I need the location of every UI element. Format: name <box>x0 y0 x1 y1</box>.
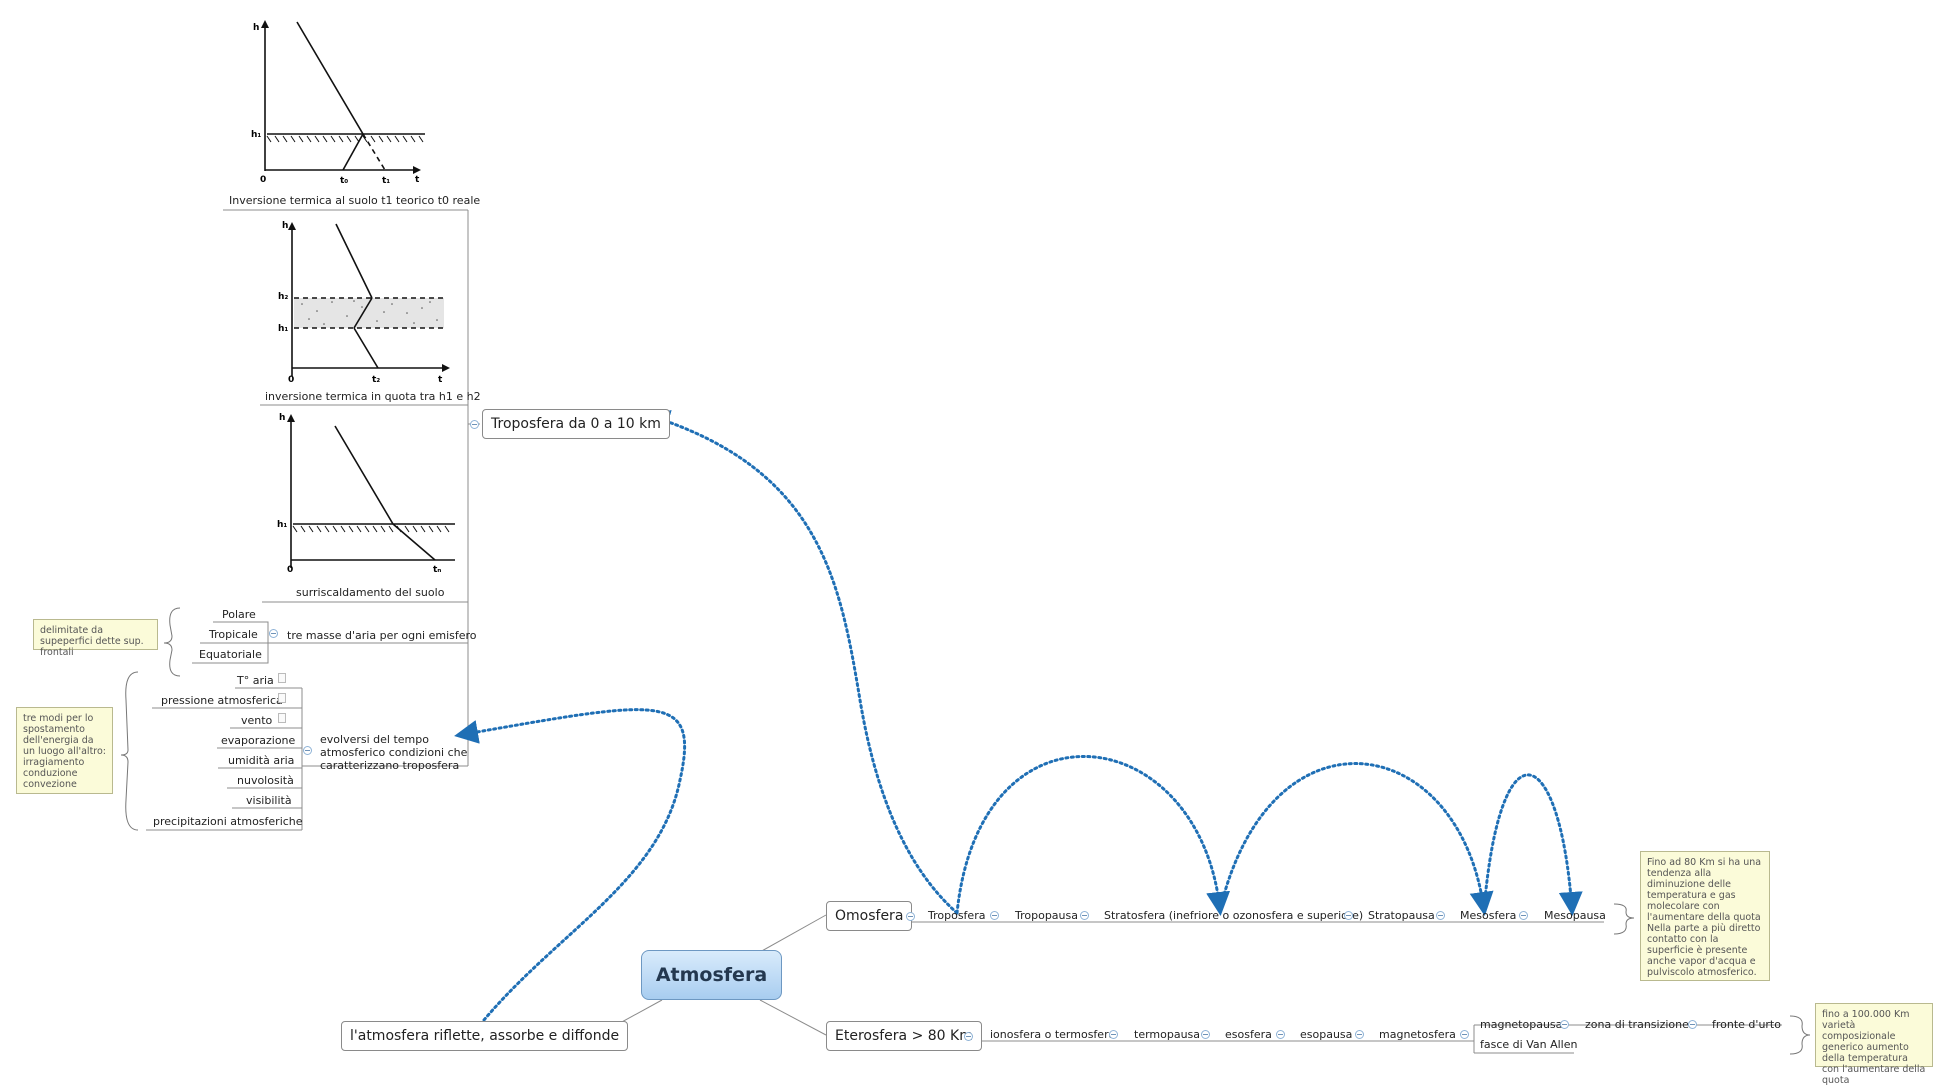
axis-label-t: t <box>415 175 420 185</box>
axis-label-h: h <box>279 413 285 423</box>
evolversi-line-1: evolversi del tempo <box>320 733 429 746</box>
collapse-toggle[interactable] <box>1080 911 1089 920</box>
layer-mesopausa[interactable]: Mesopausa <box>1544 909 1606 922</box>
caption-inversione-quota: inversione termica in quota tra h1 e h2 <box>265 390 481 403</box>
axis-label-0: 0 <box>260 175 266 185</box>
axis-label-tn: tₙ <box>433 565 441 575</box>
fronte-d-urto[interactable]: fronte d'urto <box>1712 1018 1781 1031</box>
layer-stratopausa[interactable]: Stratopausa <box>1368 909 1435 922</box>
layer-esosfera[interactable]: esosfera <box>1225 1028 1272 1041</box>
massa-equatoriale[interactable]: Equatoriale <box>199 648 262 661</box>
massa-polare[interactable]: Polare <box>222 608 256 621</box>
axis-label-0: 0 <box>287 565 293 575</box>
axis-label-t1: t₁ <box>382 176 390 186</box>
branch-riflette[interactable]: l'atmosfera riflette, assorbe e diffonde <box>341 1021 629 1051</box>
eterosfera-note[interactable]: fino a 100.000 Km varietà composizionale… <box>1815 1003 1933 1086</box>
collapse-toggle[interactable] <box>1460 1030 1469 1039</box>
item-evaporazione[interactable]: evaporazione <box>221 734 295 747</box>
axis-label-t2: t₂ <box>372 375 380 385</box>
graph-surriscaldamento: h h₁ 0 tₙ <box>265 408 457 583</box>
collapse-toggle[interactable] <box>1355 1030 1364 1039</box>
collapse-toggle[interactable] <box>1276 1030 1285 1039</box>
collapse-toggle[interactable] <box>1201 1030 1210 1039</box>
collapse-toggle[interactable] <box>1688 1020 1697 1029</box>
evolversi-line-2: atmosferico condizioni che <box>320 746 468 759</box>
axis-label-h: h <box>253 23 259 33</box>
collapse-toggle-troposfera[interactable] <box>470 420 479 429</box>
item-t-aria[interactable]: T° aria <box>237 674 274 687</box>
magnetopausa[interactable]: magnetopausa <box>1480 1018 1562 1031</box>
masse-aria-note[interactable]: delimitate da supeperfici dette sup. fro… <box>33 619 158 658</box>
evolversi-note[interactable]: tre modi per lo spostamento dell'energia… <box>16 707 113 794</box>
collapse-toggle-eterosfera[interactable] <box>964 1032 973 1041</box>
layer-termopausa[interactable]: termopausa <box>1134 1028 1200 1041</box>
note-icon[interactable] <box>278 713 286 723</box>
axis-label-h1: h₁ <box>251 130 261 140</box>
layer-ionosfera[interactable]: ionosfera o termosfera <box>990 1028 1115 1041</box>
axis-label-h2: h₂ <box>278 292 288 302</box>
branch-omosfera[interactable]: Omosfera <box>826 901 913 931</box>
collapse-toggle[interactable] <box>1344 911 1353 920</box>
axis-label-h: h <box>282 221 288 231</box>
item-nuvolosita[interactable]: nuvolosità <box>237 774 294 787</box>
note-icon[interactable] <box>278 673 286 683</box>
item-vento[interactable]: vento <box>241 714 272 727</box>
masse-aria-label[interactable]: tre masse d'aria per ogni emisfero <box>287 629 477 642</box>
layer-tropopausa[interactable]: Tropopausa <box>1015 909 1078 922</box>
item-visibilita[interactable]: visibilità <box>246 794 292 807</box>
layer-troposfera[interactable]: Troposfera <box>928 909 985 922</box>
graph-inversione-suolo: h h₁ 0 t₀ t₁ t <box>245 18 437 188</box>
axis-label-t: t <box>438 375 443 385</box>
layer-mesosfera[interactable]: Mesosfera <box>1460 909 1516 922</box>
item-umidita[interactable]: umidità aria <box>228 754 294 767</box>
axis-label-0: 0 <box>288 375 294 385</box>
collapse-toggle[interactable] <box>1109 1030 1118 1039</box>
branch-eterosfera[interactable]: Eterosfera > 80 Km <box>826 1021 982 1051</box>
collapse-toggle[interactable] <box>990 911 999 920</box>
evolversi-line-3: caratterizzano troposfera <box>320 759 460 772</box>
axis-label-h1: h₁ <box>278 324 288 334</box>
axis-label-h1: h₁ <box>277 520 287 530</box>
zona-di-transizione[interactable]: zona di transizione <box>1585 1018 1689 1031</box>
caption-inversione-suolo: Inversione termica al suolo t1 teorico t… <box>229 194 481 207</box>
graph-inversione-quota: h h₂ h₁ 0 t₂ t <box>262 216 454 386</box>
axis-label-t0: t₀ <box>340 176 348 186</box>
collapse-toggle[interactable] <box>1436 911 1445 920</box>
note-icon[interactable] <box>278 693 286 703</box>
branch-troposfera[interactable]: Troposfera da 0 a 10 km <box>482 409 670 439</box>
collapse-toggle[interactable] <box>1519 911 1528 920</box>
layer-esopausa[interactable]: esopausa <box>1300 1028 1352 1041</box>
fasce-van-allen[interactable]: fasce di Van Allen <box>1480 1038 1577 1051</box>
collapse-toggle[interactable] <box>303 746 312 755</box>
central-topic[interactable]: Atmosfera <box>641 950 782 1000</box>
caption-surriscaldamento: surriscaldamento del suolo <box>296 586 445 599</box>
collapse-toggle[interactable] <box>269 629 278 638</box>
collapse-toggle-omosfera[interactable] <box>906 912 915 921</box>
massa-tropicale[interactable]: Tropicale <box>209 628 258 641</box>
omosfera-note[interactable]: Fino ad 80 Km si ha una tendenza alla di… <box>1640 851 1770 981</box>
item-pressione[interactable]: pressione atmosferica <box>161 694 283 707</box>
collapse-toggle[interactable] <box>1560 1020 1569 1029</box>
layer-magnetosfera[interactable]: magnetosfera <box>1379 1028 1456 1041</box>
item-precipitazioni[interactable]: precipitazioni atmosferiche <box>153 815 303 828</box>
evolversi-label[interactable]: evolversi del tempo atmosferico condizio… <box>320 733 467 772</box>
layer-stratosfera[interactable]: Stratosfera (inefriore o ozonosfera e su… <box>1104 909 1363 922</box>
